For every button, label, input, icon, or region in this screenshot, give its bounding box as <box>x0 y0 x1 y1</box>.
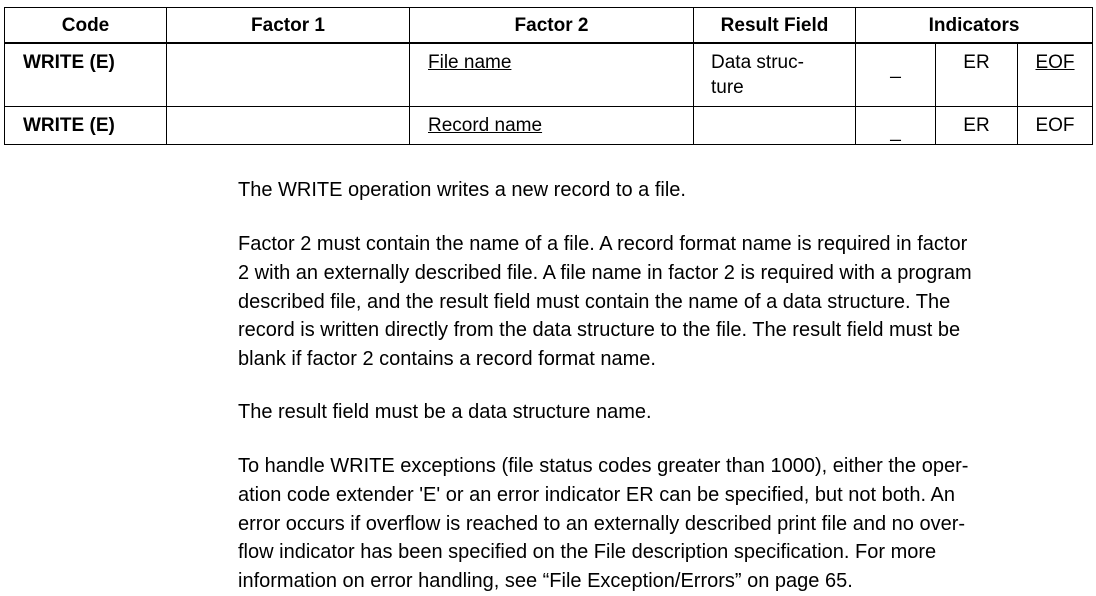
cell-indicator-3: EOF <box>1016 106 1094 145</box>
result-line-1: Data struc- <box>711 52 804 73</box>
factor2-value: File name <box>428 52 512 73</box>
cell-factor2: Record name <box>409 106 694 145</box>
factor2-value: Record name <box>428 115 543 136</box>
indicator-3-value: EOF <box>1035 52 1075 73</box>
cell-factor2: File name <box>409 42 694 107</box>
cell-indicator-1: _ <box>855 42 936 107</box>
text-line: ation code extender 'E' or an error indi… <box>238 483 955 506</box>
indicator-1-value: _ <box>890 121 901 142</box>
text-line: The WRITE operation writes a new record … <box>238 179 686 201</box>
paragraph-exceptions: To handle WRITE exceptions (file status … <box>238 452 1094 596</box>
text-line: error occurs if overflow is reached to a… <box>238 512 966 535</box>
text-line: Factor 2 must contain the name of a file… <box>238 233 968 255</box>
cell-factor1 <box>166 42 410 107</box>
paragraph-factor2: Factor 2 must contain the name of a file… <box>238 230 1094 374</box>
table-row: WRITE (E) File name Data struc-ture _ ER… <box>4 42 1094 107</box>
text-line: The result field must be a data structur… <box>238 401 652 423</box>
cell-code: WRITE (E) <box>4 106 167 145</box>
table-header-row: Code Factor 1 Factor 2 Result Field Indi… <box>4 7 1094 44</box>
text-line: flow indicator has been specified on the… <box>238 541 937 564</box>
cell-indicator-1: _ <box>855 106 936 145</box>
result-line-2: ture <box>711 77 744 98</box>
cell-code: WRITE (E) <box>4 42 167 107</box>
header-code: Code <box>4 7 167 44</box>
table-row: WRITE (E) Record name _ ER EOF <box>4 106 1094 145</box>
text-line: 2 with an externally described file. A f… <box>238 261 972 284</box>
text-line: information on error handling, see “File… <box>238 570 853 593</box>
header-result-field: Result Field <box>693 7 856 44</box>
cell-result-field <box>693 106 856 145</box>
paragraph-intro: The WRITE operation writes a new record … <box>238 176 1094 205</box>
cell-factor1 <box>166 106 410 145</box>
header-factor1: Factor 1 <box>166 7 410 44</box>
text-line: To handle WRITE exceptions (file status … <box>238 455 969 477</box>
cell-indicator-2: ER <box>935 106 1018 145</box>
cell-indicator-2: ER <box>935 42 1018 107</box>
indicator-1-value: _ <box>890 58 901 79</box>
text-line: record is written directly from the data… <box>238 319 961 342</box>
cell-indicator-3: EOF <box>1016 42 1094 107</box>
header-indicators: Indicators <box>854 7 1094 44</box>
text-line: blank if factor 2 contains a record form… <box>238 348 656 371</box>
operation-spec-table: Code Factor 1 Factor 2 Result Field Indi… <box>4 7 1094 145</box>
text-line: described file, and the result field mus… <box>238 290 951 313</box>
header-factor2: Factor 2 <box>409 7 694 44</box>
paragraph-result-field: The result field must be a data structur… <box>238 398 1094 427</box>
cell-result-field: Data struc-ture <box>693 42 856 107</box>
